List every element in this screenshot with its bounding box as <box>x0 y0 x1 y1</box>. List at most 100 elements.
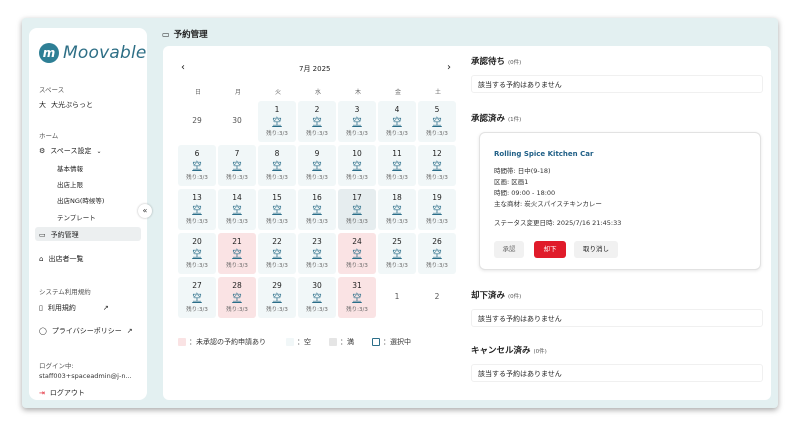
calendar-day-cell[interactable]: 14 空残り:3/3 <box>218 189 256 230</box>
calendar-day-cell[interactable]: 3 空残り:3/3 <box>338 101 376 142</box>
logout-button[interactable]: ⇥ ログアウト <box>39 388 85 398</box>
availability-status[interactable]: 空 <box>418 158 456 172</box>
sidebar-item-reservations[interactable]: ▭ 予約管理 <box>39 230 79 240</box>
day-number: 10 <box>352 149 362 158</box>
calendar-day-cell[interactable]: 22 空残り:3/3 <box>258 233 296 274</box>
availability-status[interactable]: 空 <box>298 290 336 304</box>
legend-label: ：未承認の予約申請あり <box>189 338 266 346</box>
brand-logo[interactable]: m Moovable <box>39 43 147 63</box>
cancel-reservation-button[interactable]: 取り消し <box>574 241 618 258</box>
availability-status[interactable]: 空 <box>178 202 216 216</box>
calendar-day-cell[interactable]: 6 空残り:3/3 <box>178 145 216 186</box>
availability-status[interactable]: 空 <box>338 290 376 304</box>
availability-status[interactable]: 空 <box>258 158 296 172</box>
calendar-day-cell[interactable]: 11 空残り:3/3 <box>378 145 416 186</box>
day-number: 18 <box>392 193 402 202</box>
availability-status[interactable]: 空 <box>338 202 376 216</box>
remaining-slots: 残り:3/3 <box>266 131 288 137</box>
availability-status[interactable]: 空 <box>258 246 296 260</box>
availability-status[interactable]: 空 <box>258 114 296 128</box>
calendar-day-cell[interactable]: 23 空残り:3/3 <box>298 233 336 274</box>
sidebar-item-terms[interactable]: ▯ 利用規約 ↗ <box>39 303 109 313</box>
availability-status[interactable]: 空 <box>378 246 416 260</box>
calendar-day-cell[interactable]: 16 空残り:3/3 <box>298 189 336 230</box>
day-number: 28 <box>232 281 242 290</box>
sidebar-subitem-template[interactable]: テンプレート <box>57 212 96 222</box>
section-approved-title: 承認済み (1件) <box>471 112 521 124</box>
calendar-day-cell[interactable]: 26 空残り:3/3 <box>418 233 456 274</box>
availability-status[interactable]: 空 <box>178 290 216 304</box>
vendor-name[interactable]: Rolling Spice Kitchen Car <box>494 150 593 158</box>
sidebar-item-label: 予約管理 <box>50 231 79 239</box>
login-user: staff003+spaceadmin@j-n... <box>39 372 132 380</box>
availability-status[interactable]: 空 <box>378 114 416 128</box>
sidebar-subitem-basic-info[interactable]: 基本情報 <box>57 163 83 173</box>
sidebar-item-privacy[interactable]: ◯ プライバシーポリシー ↗ <box>39 326 133 336</box>
day-number: 7 <box>234 149 240 158</box>
calendar-day-cell[interactable]: 13 空残り:3/3 <box>178 189 216 230</box>
availability-status[interactable]: 空 <box>218 246 256 260</box>
day-number: 2 <box>314 105 320 114</box>
sidebar-item-label: 利用規約 <box>47 304 76 312</box>
remaining-slots: 残り:3/3 <box>226 263 248 269</box>
calendar-day-cell[interactable]: 19 空残り:3/3 <box>418 189 456 230</box>
calendar-day-cell[interactable]: 25 空残り:3/3 <box>378 233 416 274</box>
calendar-day-cell[interactable]: 20 空残り:3/3 <box>178 233 216 274</box>
calendar-day-cell[interactable]: 18 空残り:3/3 <box>378 189 416 230</box>
collapse-sidebar-button[interactable]: « <box>138 204 152 218</box>
calendar-day-cell[interactable]: 27 空残り:3/3 <box>178 277 216 318</box>
availability-status[interactable]: 空 <box>298 158 336 172</box>
availability-status[interactable]: 空 <box>218 202 256 216</box>
availability-status[interactable]: 空 <box>298 246 336 260</box>
calendar-day-cell[interactable]: 21 空残り:3/3 <box>218 233 256 274</box>
availability-status[interactable]: 空 <box>218 290 256 304</box>
availability-status[interactable]: 空 <box>338 158 376 172</box>
calendar-day-cell[interactable]: 10 空残り:3/3 <box>338 145 376 186</box>
availability-status[interactable]: 空 <box>418 114 456 128</box>
sidebar-subitem-vendor-limit[interactable]: 出店上限 <box>57 179 83 189</box>
main-panel: ‹ 7月 2025 › 日 月 火 水 木 金 土 29 30 1 空残り:3/3 2 空… <box>163 46 771 400</box>
calendar-day-cell: 29 <box>178 101 216 142</box>
calendar-day-cell[interactable]: 4 空残り:3/3 <box>378 101 416 142</box>
availability-status[interactable]: 空 <box>258 202 296 216</box>
day-number: 31 <box>352 281 362 290</box>
availability-status[interactable]: 空 <box>298 114 336 128</box>
availability-status[interactable]: 空 <box>418 246 456 260</box>
calendar-day-cell[interactable]: 31 空残り:3/3 <box>338 277 376 318</box>
availability-status[interactable]: 空 <box>338 114 376 128</box>
availability-status[interactable]: 空 <box>418 202 456 216</box>
calendar-day-cell[interactable]: 7 空残り:3/3 <box>218 145 256 186</box>
availability-status[interactable]: 空 <box>298 202 336 216</box>
brand-name: Moovable <box>63 43 147 63</box>
availability-status[interactable]: 空 <box>378 158 416 172</box>
availability-status[interactable]: 空 <box>178 158 216 172</box>
calendar-day-cell[interactable]: 28 空残り:3/3 <box>218 277 256 318</box>
availability-status[interactable]: 空 <box>338 246 376 260</box>
calendar-day-cell[interactable]: 1 空残り:3/3 <box>258 101 296 142</box>
prev-month-button[interactable]: ‹ <box>181 62 185 73</box>
reservation-card[interactable]: Rolling Spice Kitchen Car 時間帯: 日中(9-18) … <box>479 132 761 270</box>
calendar-day-cell[interactable]: 29 空残り:3/3 <box>258 277 296 318</box>
calendar-day-cell[interactable]: 24 空残り:3/3 <box>338 233 376 274</box>
availability-status[interactable]: 空 <box>178 246 216 260</box>
sidebar-subitem-ng-dates[interactable]: 出店NG(時候等) <box>57 195 104 205</box>
calendar-day-cell[interactable]: 2 空残り:3/3 <box>298 101 336 142</box>
next-month-button[interactable]: › <box>447 62 451 73</box>
calendar-day-cell[interactable]: 15 空残り:3/3 <box>258 189 296 230</box>
reject-button[interactable]: 却下 <box>534 241 566 258</box>
sidebar-item-vendors[interactable]: ⌂ 出店者一覧 <box>39 254 83 264</box>
calendar-day-cell[interactable]: 30 空残り:3/3 <box>298 277 336 318</box>
sidebar-item-space-settings[interactable]: ⚙ スペース設定 ⌄ <box>39 146 101 156</box>
remaining-slots: 残り:3/3 <box>306 175 328 181</box>
calendar-day-cell[interactable]: 12 空残り:3/3 <box>418 145 456 186</box>
calendar-day-cell[interactable]: 9 空残り:3/3 <box>298 145 336 186</box>
calendar-day-cell[interactable]: 5 空残り:3/3 <box>418 101 456 142</box>
space-selector[interactable]: 大 大光ぷらっと <box>39 100 93 110</box>
calendar-day-cell[interactable]: 8 空残り:3/3 <box>258 145 296 186</box>
approve-button[interactable]: 承認 <box>494 241 524 258</box>
availability-status[interactable]: 空 <box>258 290 296 304</box>
availability-status[interactable]: 空 <box>378 202 416 216</box>
availability-status[interactable]: 空 <box>218 158 256 172</box>
calendar-day-cell[interactable]: 17 空残り:3/3 <box>338 189 376 230</box>
weekday-label: 水 <box>314 89 321 96</box>
